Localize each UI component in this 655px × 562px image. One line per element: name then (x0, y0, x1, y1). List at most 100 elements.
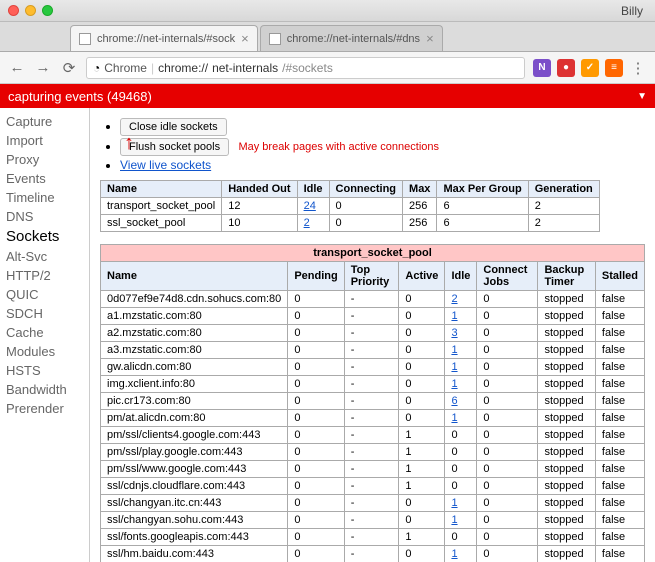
sidebar-item-http2[interactable]: HTTP/2 (0, 266, 89, 285)
cell: - (344, 359, 399, 376)
tab-close-icon[interactable]: × (241, 31, 249, 46)
address-bar[interactable]: ◔ Chrome | chrome://net-internals/#socke… (86, 57, 525, 79)
cell: 2 (445, 291, 477, 308)
close-idle-button[interactable]: Close idle sockets (120, 118, 227, 136)
cell: 0 (399, 359, 445, 376)
forward-button[interactable]: → (34, 59, 52, 76)
cell: 0 (288, 342, 344, 359)
cell: 0 (477, 410, 538, 427)
idle-link[interactable]: 6 (451, 395, 457, 407)
sidebar-item-bandwidth[interactable]: Bandwidth (0, 380, 89, 399)
cell: - (344, 376, 399, 393)
cell: 0 (399, 325, 445, 342)
cell: - (344, 308, 399, 325)
sidebar-item-hsts[interactable]: HSTS (0, 361, 89, 380)
url-label: Chrome (104, 61, 147, 75)
sidebar-item-import[interactable]: Import (0, 131, 89, 150)
table-row: pm/at.alicdn.com:800-010stoppedfalse (101, 410, 645, 427)
sidebar: CaptureImportProxyEventsTimelineDNSSocke… (0, 108, 90, 562)
minimize-window-icon[interactable] (25, 5, 36, 16)
idle-link[interactable]: 1 (451, 514, 457, 526)
cell: 1 (399, 444, 445, 461)
url-path-rest: /#sockets (282, 61, 333, 75)
sidebar-item-cache[interactable]: Cache (0, 323, 89, 342)
profile-name[interactable]: Billy (621, 4, 647, 18)
close-window-icon[interactable] (8, 5, 19, 16)
status-banner[interactable]: capturing events (49468) ▼ (0, 84, 655, 108)
sidebar-item-quic[interactable]: QUIC (0, 285, 89, 304)
url-path-strong: net-internals (212, 61, 278, 75)
cell: 0 (477, 512, 538, 529)
cell: 1 (445, 376, 477, 393)
sidebar-item-altsvc[interactable]: Alt-Svc (0, 247, 89, 266)
cell: - (344, 529, 399, 546)
cell: 1 (445, 342, 477, 359)
cell: 0 (288, 427, 344, 444)
extension-icon[interactable]: N (533, 59, 551, 77)
maximize-window-icon[interactable] (42, 5, 53, 16)
view-live-link[interactable]: View live sockets (120, 158, 211, 172)
banner-dropdown-icon[interactable]: ▼ (637, 91, 647, 102)
tab-title: chrome://net-internals/#dns (287, 33, 420, 45)
cell: false (595, 376, 644, 393)
table-row: ssl/changyan.sohu.com:4430-010stoppedfal… (101, 512, 645, 529)
idle-link[interactable]: 1 (451, 361, 457, 373)
cell: 0 (477, 444, 538, 461)
cell: 1 (445, 546, 477, 562)
table-row: pm/ssl/clients4.google.com:4430-100stopp… (101, 427, 645, 444)
arrow-annotation-icon: ↑ (124, 132, 134, 155)
cell: 0 (477, 495, 538, 512)
idle-link[interactable]: 1 (451, 378, 457, 390)
sidebar-item-events[interactable]: Events (0, 169, 89, 188)
sidebar-item-capture[interactable]: Capture (0, 112, 89, 131)
cell: 0 (288, 546, 344, 562)
actions-list: Close idle sockets Flush socket pools Ma… (120, 118, 645, 172)
cell: 0 (477, 393, 538, 410)
tab-close-icon[interactable]: × (426, 31, 434, 46)
idle-link[interactable]: 3 (451, 327, 457, 339)
idle-link[interactable]: 1 (451, 310, 457, 322)
cell: 0 (399, 291, 445, 308)
content-area: Close idle sockets Flush socket pools Ma… (90, 108, 655, 562)
cell: 0 (288, 529, 344, 546)
table-row: ssl_socket_pool102025662 (101, 215, 600, 232)
sidebar-item-dns[interactable]: DNS (0, 207, 89, 226)
idle-link[interactable]: 2 (451, 293, 457, 305)
cell: 0 (399, 495, 445, 512)
sidebar-item-proxy[interactable]: Proxy (0, 150, 89, 169)
cell: - (344, 546, 399, 562)
cell: 1 (399, 529, 445, 546)
cell: 6 (437, 215, 528, 232)
url-host: chrome:// (158, 61, 208, 75)
sidebar-item-sockets[interactable]: Sockets (0, 226, 89, 247)
tab-title: chrome://net-internals/#sock (97, 33, 235, 45)
detail-table: transport_socket_pool NamePendingTop Pri… (100, 244, 645, 562)
idle-link[interactable]: 1 (451, 344, 457, 356)
sidebar-item-timeline[interactable]: Timeline (0, 188, 89, 207)
cell: 0 (477, 291, 538, 308)
sidebar-item-sdch[interactable]: SDCH (0, 304, 89, 323)
browser-tab[interactable]: chrome://net-internals/#sock × (70, 25, 258, 51)
sidebar-item-prerender[interactable]: Prerender (0, 399, 89, 418)
site-info-icon[interactable]: ◔ (93, 61, 100, 75)
idle-link[interactable]: 1 (451, 497, 457, 509)
flush-pools-button[interactable]: Flush socket pools (120, 138, 229, 156)
back-button[interactable]: ← (8, 59, 26, 76)
reload-button[interactable]: ⟳ (60, 59, 78, 77)
idle-link[interactable]: 24 (304, 200, 316, 212)
banner-text: capturing events (49468) (8, 89, 152, 104)
cell: 1 (399, 427, 445, 444)
cell: 0 (288, 359, 344, 376)
idle-link[interactable]: 1 (451, 412, 457, 424)
extension-icon[interactable]: ≡ (605, 59, 623, 77)
extension-icon[interactable]: ✓ (581, 59, 599, 77)
extension-icon[interactable]: ● (557, 59, 575, 77)
favicon-icon (79, 33, 91, 45)
idle-link[interactable]: 1 (451, 548, 457, 560)
idle-link[interactable]: 2 (304, 217, 310, 229)
sidebar-item-modules[interactable]: Modules (0, 342, 89, 361)
cell: 1 (399, 478, 445, 495)
cell: stopped (538, 427, 595, 444)
browser-tab[interactable]: chrome://net-internals/#dns × (260, 25, 443, 51)
menu-icon[interactable]: ⋮ (629, 59, 647, 77)
